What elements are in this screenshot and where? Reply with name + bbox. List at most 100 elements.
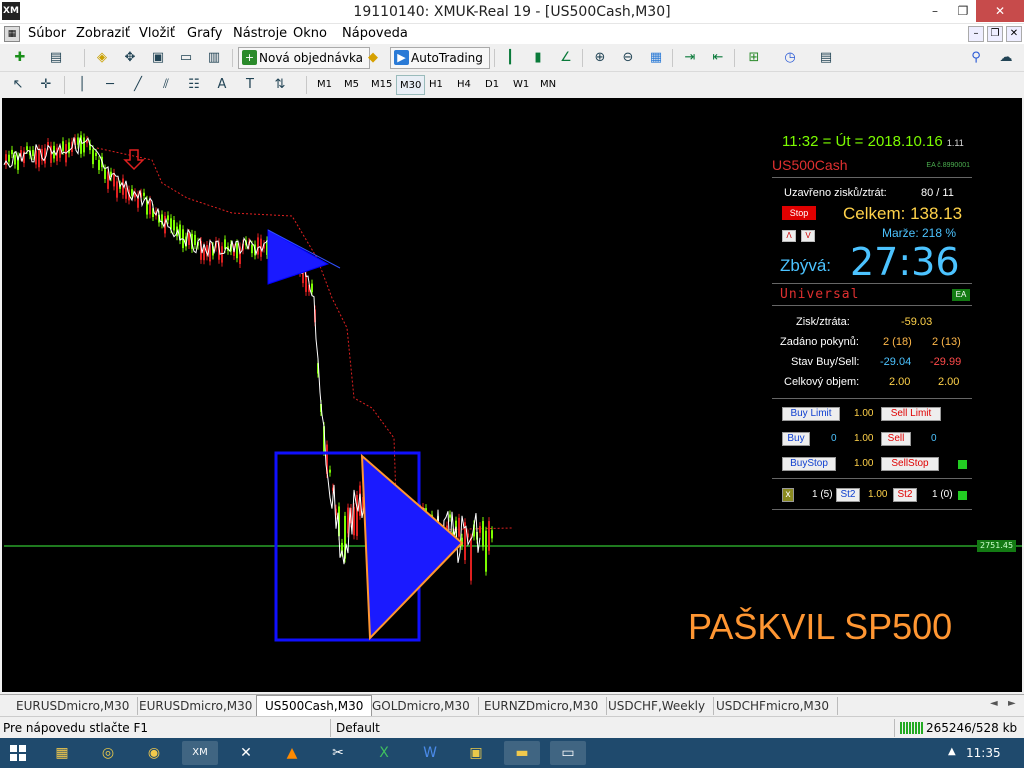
market-watch-icon[interactable]: ◈ (92, 48, 112, 68)
buy-stop-button[interactable]: BuyStop (782, 457, 836, 471)
buy-limit-button[interactable]: Buy Limit (782, 407, 840, 421)
maximize-button[interactable]: ❐ (948, 0, 978, 22)
strategy-tester-icon[interactable]: ▥ (204, 48, 224, 68)
chrome-icon[interactable]: ◉ (136, 741, 172, 765)
folder-icon[interactable]: ▬ (504, 741, 540, 765)
vlc-icon[interactable]: ▲ (274, 741, 310, 765)
timeframe-mn[interactable]: MN (537, 75, 559, 95)
data-window-icon[interactable]: ▣ (148, 48, 168, 68)
menu-tools[interactable]: Nástroje (233, 26, 287, 41)
menu-view[interactable]: Zobraziť (76, 26, 130, 41)
close-button[interactable]: ✕ (976, 0, 1024, 22)
cursor-icon[interactable]: ↖ (8, 75, 28, 95)
tab-goldmicro[interactable]: GOLDmicro,M30 (364, 697, 479, 715)
timeframe-h4[interactable]: H4 (454, 75, 474, 95)
menu-charts[interactable]: Grafy (187, 26, 222, 41)
arrows-icon[interactable]: ⇅ (270, 75, 290, 95)
fibonacci-icon[interactable]: ☷ (184, 75, 204, 95)
sort-up-button[interactable]: Λ (782, 230, 796, 242)
xm-terminal-icon[interactable]: XM (182, 741, 218, 765)
crosshair-icon[interactable]: ✛ (36, 75, 56, 95)
sell-button[interactable]: Sell (881, 432, 911, 446)
price-chart[interactable]: 2751.45 PAŠKVIL SP500 11:32 = Út = 2018.… (2, 98, 1022, 692)
candlestick-icon[interactable]: ▮ (528, 48, 548, 68)
tab-eurusdmicro-2[interactable]: EURUSDmicro,M30 (131, 697, 262, 715)
sell-limit-button[interactable]: Sell Limit (881, 407, 941, 421)
triangle-pattern-large (360, 453, 464, 641)
st2-buy-button[interactable]: St2 (836, 488, 860, 502)
trendline-icon[interactable]: ╱ (128, 75, 148, 95)
chart-window-icon[interactable]: ▦ (4, 26, 20, 42)
timeframe-d1[interactable]: D1 (482, 75, 502, 95)
title-bar: XM 19110140: XMUK-Real 19 - [US500Cash,M… (0, 0, 1024, 24)
menu-insert[interactable]: Vložiť (139, 26, 175, 41)
tab-eurnzdmicro[interactable]: EURNZDmicro,M30 (476, 697, 608, 715)
word-icon[interactable]: W (412, 741, 448, 765)
equidistant-channel-icon[interactable]: ⫽ (156, 75, 176, 95)
tile-windows-icon[interactable]: ▦ (646, 48, 666, 68)
xm-alt-icon[interactable]: ✕ (228, 741, 264, 765)
st2-indicator[interactable] (958, 491, 967, 500)
horizontal-line-icon[interactable]: ─ (100, 75, 120, 95)
metaeditor-icon[interactable]: ◆ (363, 48, 383, 68)
timeframe-m15[interactable]: M15 (368, 75, 395, 95)
new-order-button[interactable]: + Nová objednávka (238, 47, 371, 69)
remote-desktop-icon[interactable]: ▭ (550, 741, 586, 765)
zoom-in-icon[interactable]: ⊕ (590, 48, 610, 68)
mdi-close-button[interactable]: ✕ (1006, 26, 1022, 42)
indicators-icon[interactable]: ⊞ (744, 48, 764, 68)
zoom-out-icon[interactable]: ⊖ (618, 48, 638, 68)
search-icon[interactable]: ⚲ (966, 48, 986, 68)
start-icon[interactable] (10, 745, 26, 761)
minimize-button[interactable]: – (920, 0, 950, 22)
explorer-icon[interactable]: ▦ (44, 741, 80, 765)
buy-button[interactable]: Buy (782, 432, 810, 446)
timeframe-h1[interactable]: H1 (426, 75, 446, 95)
st2-sell-button[interactable]: St2 (893, 488, 917, 502)
templates-icon[interactable]: ▤ (816, 48, 836, 68)
picture-icon[interactable]: ▣ (458, 741, 494, 765)
terminal-icon[interactable]: ▭ (176, 48, 196, 68)
timeframe-w1[interactable]: W1 (510, 75, 532, 95)
tab-eurusdmicro-1[interactable]: EURUSDmicro,M30 (8, 697, 139, 715)
taskbar-clock[interactable]: 11:35 (966, 746, 1001, 760)
tab-usdchfmicro[interactable]: USDCHFmicro,M30 (708, 697, 839, 715)
auto-scroll-icon[interactable]: ⇥ (680, 48, 700, 68)
stop-button[interactable]: Stop (782, 206, 816, 220)
capture-icon[interactable]: ✂ (320, 741, 356, 765)
remaining-timer: 27:36 (850, 240, 960, 284)
sell-stop-button[interactable]: SellStop (881, 457, 939, 471)
line-chart-icon[interactable]: ∠ (556, 48, 576, 68)
menu-window[interactable]: Okno (293, 26, 327, 41)
sort-down-button[interactable]: V (801, 230, 815, 242)
text-icon[interactable]: A (212, 75, 232, 95)
timeframe-m5[interactable]: M5 (341, 75, 362, 95)
ea-button[interactable]: EA (952, 289, 970, 301)
menu-help[interactable]: Nápoveda (342, 26, 408, 41)
timeframe-m30[interactable]: M30 (396, 75, 426, 95)
sell-stop-indicator[interactable] (958, 460, 967, 469)
excel-icon[interactable]: X (366, 741, 402, 765)
tray-arrow-icon[interactable]: ▲ (948, 746, 956, 757)
tabs-left-arrow[interactable]: ◄ (990, 698, 998, 709)
periods-icon[interactable]: ◷ (780, 48, 800, 68)
tabs-right-arrow[interactable]: ► (1008, 698, 1016, 709)
chat-icon[interactable]: ☁ (996, 48, 1016, 68)
chart-shift-icon[interactable]: ⇤ (708, 48, 728, 68)
close-x-button[interactable]: x (782, 488, 794, 502)
mdi-restore-button[interactable]: ❐ (987, 26, 1003, 42)
navigator-icon[interactable]: ✥ (120, 48, 140, 68)
candle-body (488, 521, 490, 551)
autotrading-button[interactable]: ▶ AutoTrading (390, 47, 490, 69)
mdi-minimize-button[interactable]: – (968, 26, 984, 42)
timeframe-m1[interactable]: M1 (314, 75, 335, 95)
profiles-icon[interactable]: ▤ (46, 48, 66, 68)
tab-us500cash[interactable]: US500Cash,M30 (256, 695, 373, 716)
bar-chart-icon[interactable]: ┃ (500, 48, 520, 68)
tab-usdchf-weekly[interactable]: USDCHF,Weekly (600, 697, 715, 715)
menu-file[interactable]: Súbor (28, 26, 66, 41)
globe-icon[interactable]: ◎ (90, 741, 126, 765)
new-chart-icon[interactable]: ✚ (10, 48, 30, 68)
text-label-icon[interactable]: T (240, 75, 260, 95)
vertical-line-icon[interactable]: │ (72, 75, 92, 95)
